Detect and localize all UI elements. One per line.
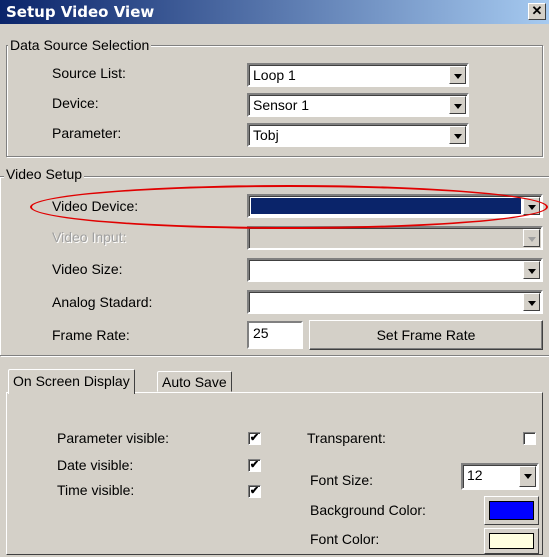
video-setup-legend: Video Setup: [4, 166, 85, 182]
parameter-value: Tobj: [253, 127, 279, 143]
source-list-value: Loop 1: [253, 67, 296, 83]
font-color-swatch: [489, 533, 534, 549]
video-input-dropdown: [247, 226, 543, 250]
transparent-checkbox[interactable]: [523, 432, 536, 445]
check-icon: ✔: [249, 485, 260, 497]
parameter-dropdown[interactable]: Tobj: [247, 123, 469, 147]
video-device-selection: [250, 197, 522, 215]
frame-rate-value: 25: [253, 325, 269, 341]
close-button[interactable]: ✕: [528, 3, 546, 20]
parameter-visible-label: Parameter visible:: [57, 430, 170, 446]
video-device-label: Video Device:: [52, 198, 139, 214]
background-color-label: Background Color:: [310, 502, 426, 518]
chevron-down-icon[interactable]: [523, 293, 540, 311]
chevron-down-icon[interactable]: [519, 466, 536, 487]
title-bar[interactable]: Setup Video View ✕: [0, 0, 549, 24]
analog-standard-label: Analog Stadard:: [52, 294, 153, 310]
date-visible-checkbox[interactable]: ✔: [248, 459, 261, 472]
device-value: Sensor 1: [253, 97, 310, 113]
check-icon: ✔: [249, 432, 260, 444]
chevron-down-icon[interactable]: [523, 261, 540, 279]
background-color-swatch: [489, 501, 534, 520]
data-source-legend: Data Source Selection: [8, 37, 152, 53]
frame-rate-label: Frame Rate:: [52, 327, 130, 343]
device-dropdown[interactable]: Sensor 1: [247, 93, 469, 117]
font-size-dropdown[interactable]: 12: [461, 463, 539, 490]
video-device-dropdown[interactable]: [247, 194, 543, 218]
video-size-dropdown[interactable]: [247, 258, 543, 282]
font-color-button[interactable]: [484, 528, 539, 554]
chevron-down-icon[interactable]: [449, 126, 466, 144]
source-list-dropdown[interactable]: Loop 1: [247, 63, 469, 87]
tab-label: Auto Save: [162, 374, 227, 390]
set-frame-rate-button[interactable]: Set Frame Rate: [309, 320, 543, 350]
tab-auto-save[interactable]: Auto Save: [157, 371, 232, 392]
chevron-down-icon[interactable]: [449, 96, 466, 114]
time-visible-label: Time visible:: [57, 482, 135, 498]
tab-on-screen-display[interactable]: On Screen Display: [8, 369, 135, 394]
device-label: Device:: [52, 95, 99, 111]
window-title: Setup Video View: [6, 3, 155, 21]
frame-rate-input[interactable]: 25: [247, 321, 303, 349]
check-icon: ✔: [249, 459, 260, 471]
chevron-down-icon: [523, 229, 540, 247]
tab-label: On Screen Display: [13, 373, 130, 389]
source-list-label: Source List:: [52, 65, 126, 81]
analog-standard-dropdown[interactable]: [247, 290, 543, 314]
background-color-button[interactable]: [484, 496, 539, 525]
video-size-label: Video Size:: [52, 261, 123, 277]
transparent-label: Transparent:: [307, 430, 386, 446]
parameter-visible-checkbox[interactable]: ✔: [248, 432, 261, 445]
font-color-label: Font Color:: [310, 531, 380, 547]
date-visible-label: Date visible:: [57, 457, 134, 473]
font-size-label: Font Size:: [310, 472, 374, 488]
close-icon: ✕: [531, 3, 543, 18]
chevron-down-icon[interactable]: [523, 197, 540, 215]
video-input-label: Video Input:: [52, 229, 127, 245]
font-size-value: 12: [467, 467, 483, 483]
chevron-down-icon[interactable]: [449, 66, 466, 84]
parameter-label: Parameter:: [52, 125, 122, 141]
time-visible-checkbox[interactable]: ✔: [248, 485, 261, 498]
